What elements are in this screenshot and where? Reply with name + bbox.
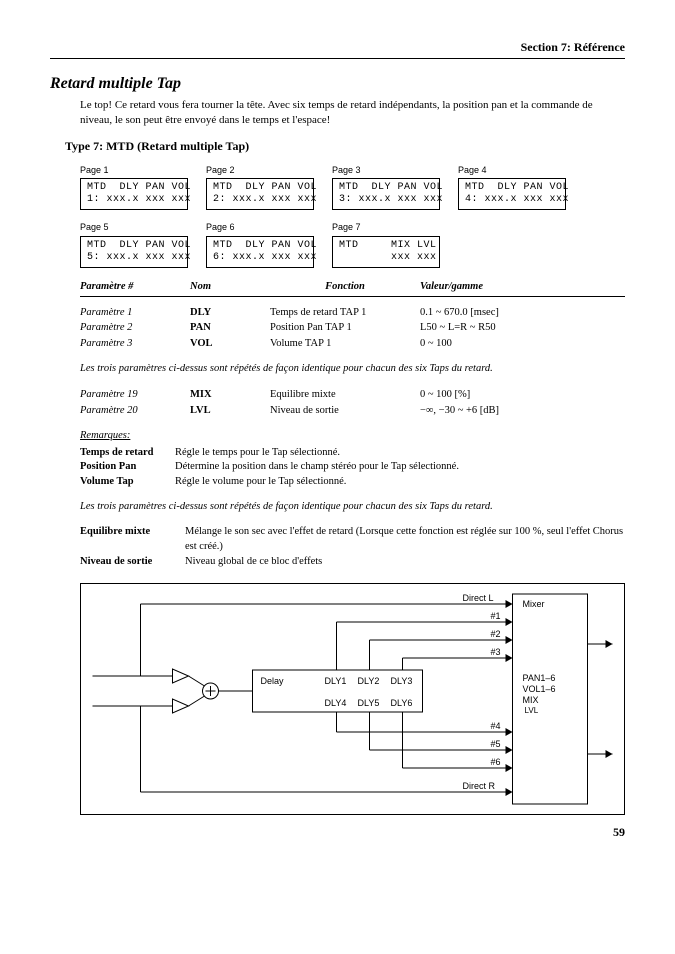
svg-text:PAN1–6: PAN1–6: [523, 673, 556, 683]
lcd-screen: MTD DLY PAN VOL 3: xxx.x xxx xxx: [332, 178, 440, 210]
lcd-screen: MTD DLY PAN VOL 6: xxx.x xxx xxx: [206, 236, 314, 268]
signal-flow-diagram: Delay DLY1 DLY2 DLY3 DLY4 DLY5 DLY6 Mixe…: [80, 583, 625, 815]
col-function: Fonction: [270, 280, 420, 294]
lcd-page-7: Page 7 MTD MIX LVL xxx xxx: [332, 222, 440, 268]
lcd-label: Page 2: [206, 165, 314, 177]
col-param: Paramètre #: [80, 280, 190, 294]
svg-text:DLY6: DLY6: [391, 698, 413, 708]
note-1: Les trois paramètres ci-dessus sont répé…: [80, 362, 625, 376]
col-value: Valeur/gamme: [420, 280, 550, 294]
lcd-screen: MTD DLY PAN VOL 2: xxx.x xxx xxx: [206, 178, 314, 210]
col-name: Nom: [190, 280, 270, 294]
param-header: Paramètre # Nom Fonction Valeur/gamme: [80, 280, 625, 297]
lcd-page-2: Page 2 MTD DLY PAN VOL 2: xxx.x xxx xxx: [206, 165, 314, 211]
lcd-screen: MTD DLY PAN VOL 5: xxx.x xxx xxx: [80, 236, 188, 268]
svg-text:DLY3: DLY3: [391, 676, 413, 686]
svg-text:#5: #5: [491, 739, 501, 749]
intro-text: Le top! Ce retard vous fera tourner la t…: [80, 98, 625, 127]
section-header: Section 7: Référence: [50, 40, 625, 59]
svg-text:#4: #4: [491, 721, 501, 731]
diagram-svg: Delay DLY1 DLY2 DLY3 DLY4 DLY5 DLY6 Mixe…: [81, 584, 624, 814]
svg-text:#1: #1: [491, 611, 501, 621]
lcd-label: Page 3: [332, 165, 440, 177]
lcd-row-2: Page 5 MTD DLY PAN VOL 5: xxx.x xxx xxx …: [80, 222, 625, 268]
param-table-2: Paramètre 19MIXEquilibre mixte0 ~ 100 [%…: [80, 387, 625, 419]
remark-row: Position PanDétermine la position dans l…: [80, 460, 625, 475]
svg-text:#6: #6: [491, 757, 501, 767]
delay-label: Delay: [261, 676, 285, 686]
svg-text:#3: #3: [491, 647, 501, 657]
lcd-row-1: Page 1 MTD DLY PAN VOL 1: xxx.x xxx xxx …: [80, 165, 625, 211]
lcd-label: Page 6: [206, 222, 314, 234]
param-table-1: Paramètre 1DLYTemps de retard TAP 10.1 ~…: [80, 305, 625, 352]
note-2: Les trois paramètres ci-dessus sont répé…: [80, 500, 625, 514]
lcd-page-1: Page 1 MTD DLY PAN VOL 1: xxx.x xxx xxx: [80, 165, 188, 211]
lcd-label: Page 7: [332, 222, 440, 234]
type-heading: Type 7: MTD (Retard multiple Tap): [65, 139, 625, 155]
param-row: Paramètre 2PANPosition Pan TAP 1L50 ~ L=…: [80, 320, 625, 336]
remarks-heading: Remarques:: [80, 429, 625, 443]
svg-text:DLY1: DLY1: [325, 676, 347, 686]
lcd-page-6: Page 6 MTD DLY PAN VOL 6: xxx.x xxx xxx: [206, 222, 314, 268]
svg-text:#2: #2: [491, 629, 501, 639]
lcd-label: Page 1: [80, 165, 188, 177]
lcd-page-4: Page 4 MTD DLY PAN VOL 4: xxx.x xxx xxx: [458, 165, 566, 211]
param-row: Paramètre 1DLYTemps de retard TAP 10.1 ~…: [80, 305, 625, 321]
lcd-screen: MTD DLY PAN VOL 4: xxx.x xxx xxx: [458, 178, 566, 210]
svg-text:Direct R: Direct R: [463, 781, 496, 791]
lcd-page-5: Page 5 MTD DLY PAN VOL 5: xxx.x xxx xxx: [80, 222, 188, 268]
svg-text:Direct L: Direct L: [463, 593, 494, 603]
param-row: Paramètre 3VOLVolume TAP 10 ~ 100: [80, 336, 625, 352]
mixer-label: Mixer: [523, 599, 545, 609]
lcd-label: Page 5: [80, 222, 188, 234]
lcd-label: Page 4: [458, 165, 566, 177]
remark-row: Volume TapRégle le volume pour le Tap sé…: [80, 475, 625, 490]
svg-text:DLY2: DLY2: [358, 676, 380, 686]
lcd-screen: MTD DLY PAN VOL 1: xxx.x xxx xxx: [80, 178, 188, 210]
def-row: Niveau de sortieNiveau global de ce bloc…: [80, 555, 625, 570]
svg-text:DLY5: DLY5: [358, 698, 380, 708]
def-row: Equilibre mixteMélange le son sec avec l…: [80, 525, 625, 554]
svg-text:MIX: MIX: [523, 695, 539, 705]
svg-text:LVL: LVL: [525, 706, 539, 715]
remarks-section: Remarques: Temps de retardRégle le temps…: [80, 429, 625, 490]
param-row: Paramètre 20LVLNiveau de sortie−∞, −30 ~…: [80, 403, 625, 419]
definitions: Equilibre mixteMélange le son sec avec l…: [80, 525, 625, 569]
svg-text:VOL1–6: VOL1–6: [523, 684, 556, 694]
page-title: Retard multiple Tap: [50, 74, 625, 95]
param-row: Paramètre 19MIXEquilibre mixte0 ~ 100 [%…: [80, 387, 625, 403]
page-number: 59: [50, 825, 625, 841]
lcd-screen: MTD MIX LVL xxx xxx: [332, 236, 440, 268]
lcd-page-3: Page 3 MTD DLY PAN VOL 3: xxx.x xxx xxx: [332, 165, 440, 211]
remark-row: Temps de retardRégle le temps pour le Ta…: [80, 446, 625, 461]
svg-text:DLY4: DLY4: [325, 698, 347, 708]
